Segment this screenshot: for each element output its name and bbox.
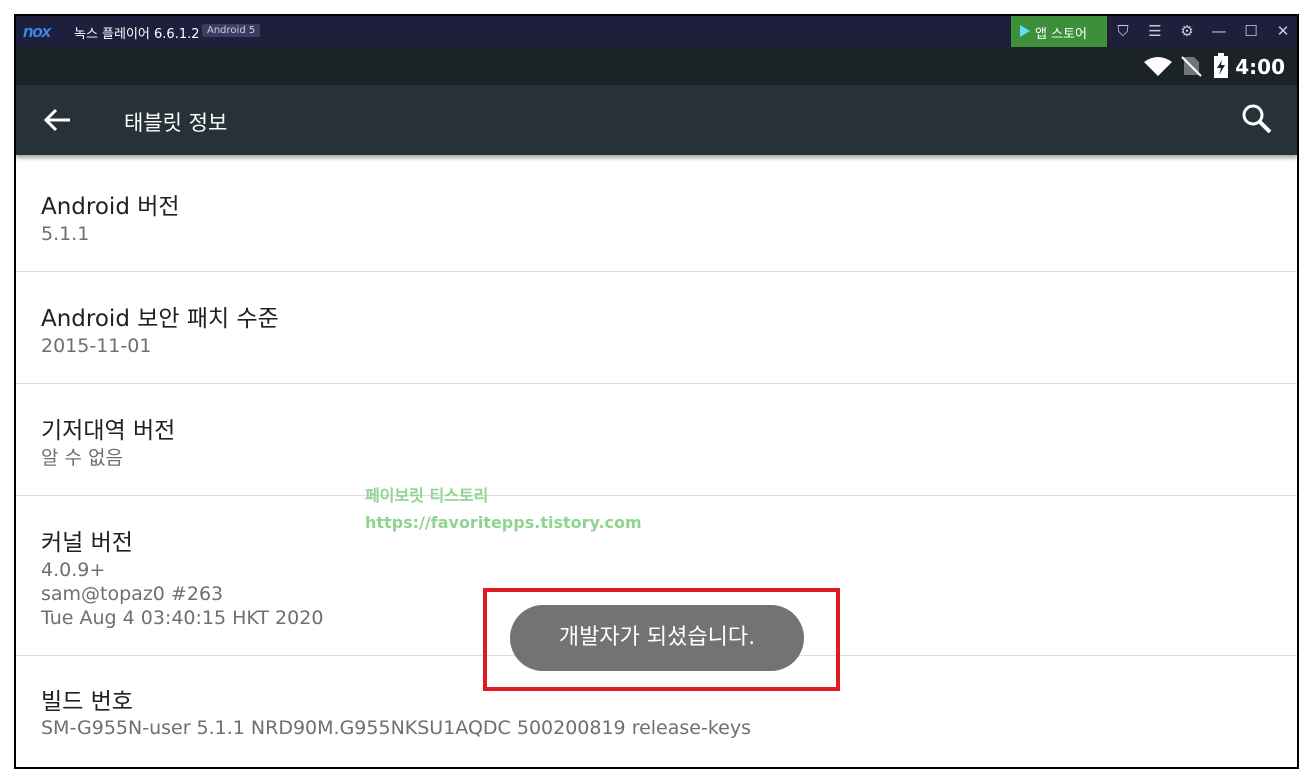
close-icon[interactable]: ✕: [1268, 16, 1297, 47]
gear-icon[interactable]: ⚙: [1172, 16, 1202, 47]
app-store-label: 앱 스토어: [1035, 27, 1087, 42]
list-item-baseband-version[interactable]: 기저대역 버전 알 수 없음: [16, 384, 1297, 496]
no-sim-icon: [1181, 56, 1202, 77]
battery-charging-icon: [1214, 53, 1228, 78]
item-summary: Tue Aug 4 03:40:15 HKT 2020: [41, 607, 324, 629]
android-version-badge: Android 5: [202, 24, 261, 37]
page-title: 태블릿 정보: [124, 111, 228, 135]
item-summary: 4.0.9+: [41, 559, 106, 581]
emulator-window: nox 녹스 플레이어 6.6.1.2 Android 5 앱 스토어 ⛉ ☰ …: [14, 14, 1299, 769]
wifi-icon: [1144, 57, 1172, 76]
item-summary: SM-G955N-user 5.1.1 NRD90M.G955NKSU1AQDC…: [41, 717, 751, 739]
list-item-android-version[interactable]: Android 버전 5.1.1: [16, 161, 1297, 272]
item-summary: 2015-11-01: [41, 335, 152, 357]
toast-highlight-box: [483, 588, 840, 691]
item-title: Android 버전: [41, 194, 180, 220]
shirt-icon[interactable]: ⛉: [1108, 16, 1138, 47]
item-summary: sam@topaz0 #263: [41, 583, 224, 605]
app-bar: 태블릿 정보: [16, 85, 1297, 155]
item-title: 기저대역 버전: [41, 418, 176, 444]
play-store-icon: [1020, 25, 1030, 37]
item-title: 커널 버전: [41, 530, 133, 556]
app-store-button[interactable]: 앱 스토어: [1011, 16, 1107, 47]
watermark-blog-name: 페이보릿 티스토리: [365, 486, 489, 505]
android-status-bar: 4:00: [16, 47, 1297, 85]
watermark-blog-url: https://favoritepps.tistory.com: [365, 513, 642, 532]
search-icon[interactable]: [1241, 103, 1273, 135]
item-summary: 알 수 없음: [41, 447, 123, 469]
minimize-icon[interactable]: —: [1204, 16, 1234, 47]
back-arrow-icon[interactable]: [42, 104, 74, 136]
list-item-security-patch[interactable]: Android 보안 패치 수준 2015-11-01: [16, 272, 1297, 384]
nox-logo: nox: [23, 22, 51, 41]
emulator-title-bar: nox 녹스 플레이어 6.6.1.2 Android 5 앱 스토어 ⛉ ☰ …: [16, 16, 1297, 47]
status-clock: 4:00: [1235, 55, 1285, 79]
item-summary: 5.1.1: [41, 223, 90, 245]
item-title: 빌드 번호: [41, 689, 133, 715]
emulator-title: 녹스 플레이어 6.6.1.2: [74, 27, 200, 42]
maximize-icon[interactable]: ☐: [1236, 16, 1266, 47]
item-title: Android 보안 패치 수준: [41, 306, 279, 332]
menu-icon[interactable]: ☰: [1140, 16, 1170, 47]
